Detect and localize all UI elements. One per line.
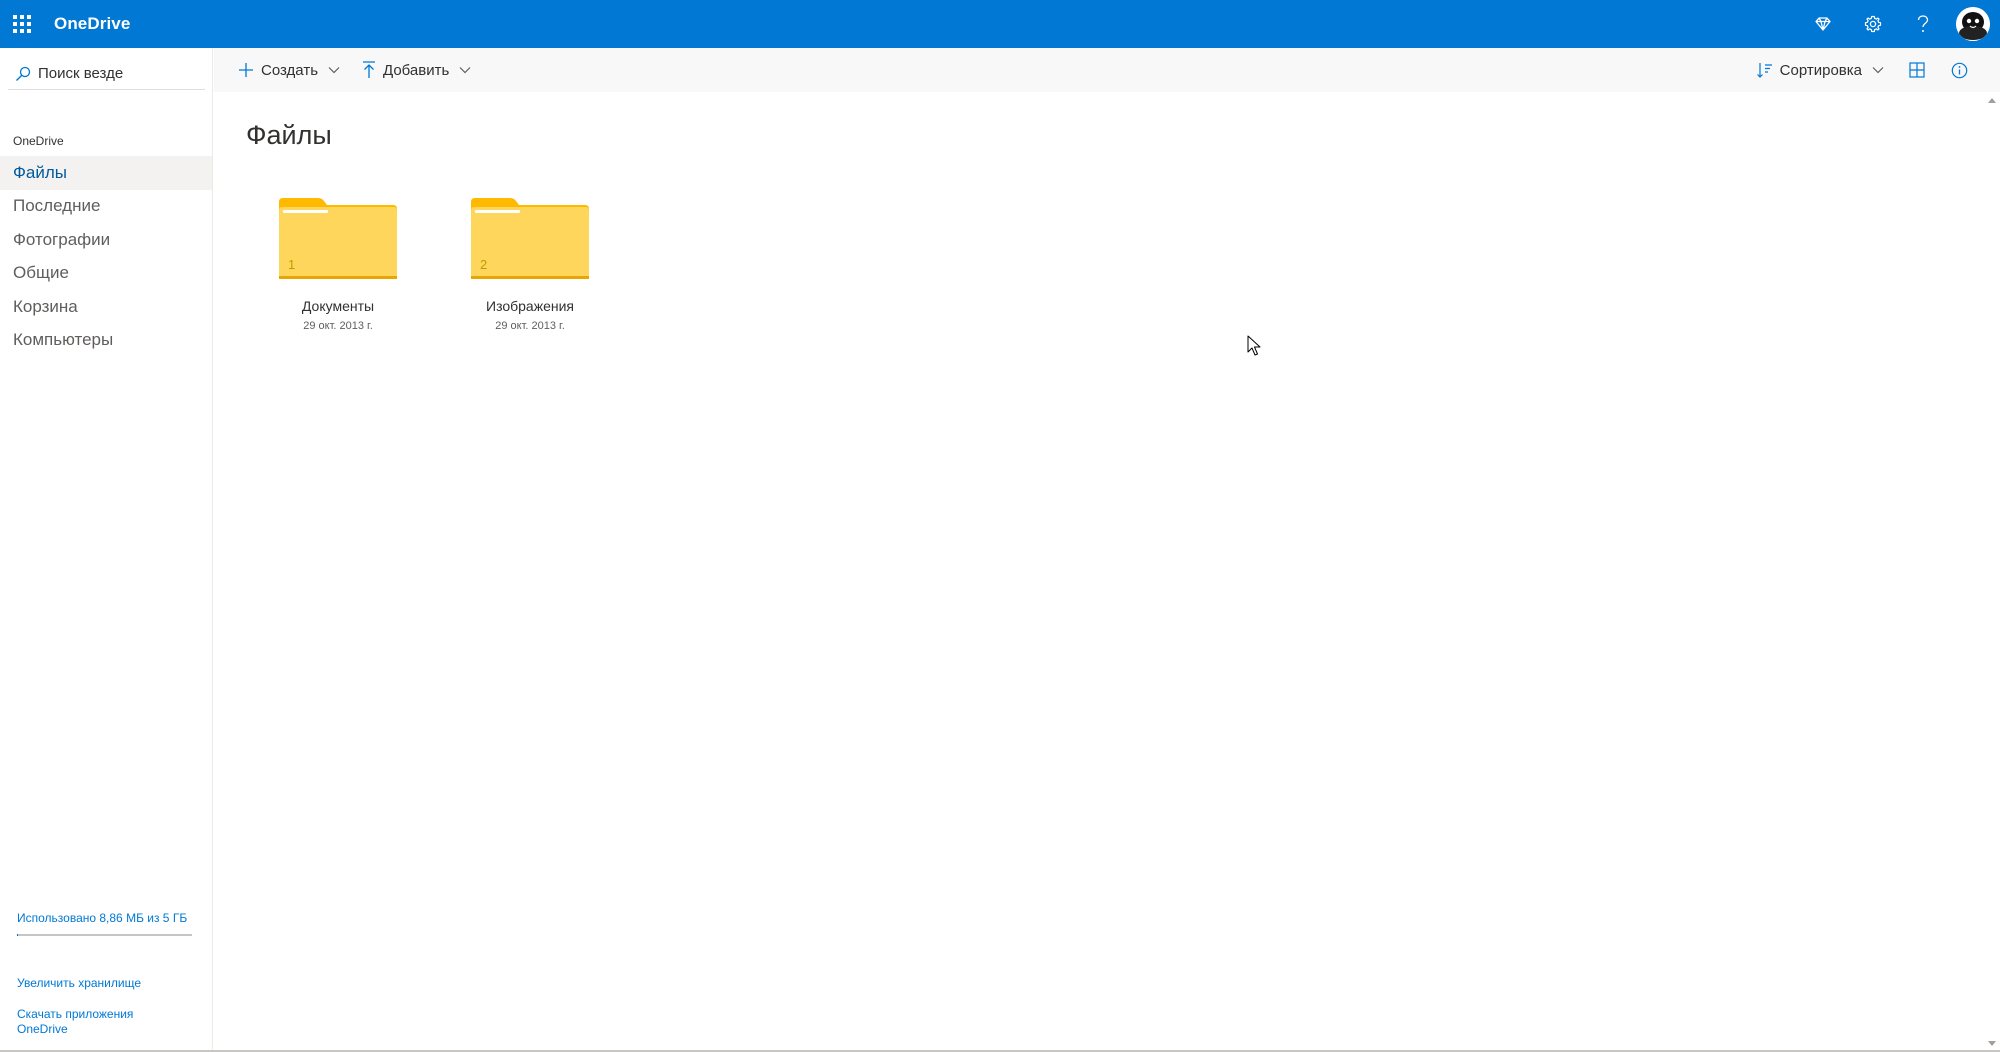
folder-name[interactable]: Документы	[302, 298, 374, 314]
folder-item-count: 1	[288, 257, 296, 272]
chevron-down-icon	[1872, 66, 1884, 74]
search-icon	[12, 66, 34, 82]
command-bar: Создать Добавить Сортировка	[214, 48, 2000, 92]
storage-progress-bar	[17, 934, 192, 936]
vertical-scrollbar[interactable]	[1984, 92, 2000, 1052]
upload-icon	[363, 61, 376, 78]
storage-info: Использовано 8,86 МБ из 5 ГБ	[17, 910, 192, 936]
folder-date: 29 окт. 2013 г.	[495, 320, 565, 332]
folder-tile[interactable]: 2 Изображения 29 окт. 2013 г.	[450, 196, 610, 346]
gear-icon	[1864, 15, 1882, 33]
new-button-label: Создать	[261, 61, 319, 79]
premium-button[interactable]	[1798, 0, 1848, 48]
grid-view-icon	[1909, 62, 1925, 78]
top-app-bar: OneDrive	[0, 0, 2000, 48]
folder-tile[interactable]: 1 Документы 29 окт. 2013 г.	[258, 196, 418, 346]
get-apps-link[interactable]: Скачать приложения OneDrive	[17, 1007, 167, 1037]
new-button[interactable]: Создать	[230, 48, 348, 92]
sidebar-item-recent[interactable]: Последние	[0, 190, 212, 224]
storage-progress-fill	[17, 934, 18, 936]
folder-name[interactable]: Изображения	[486, 298, 574, 314]
upload-button-label: Добавить	[383, 61, 450, 79]
search-input[interactable]	[38, 65, 198, 82]
app-title[interactable]: OneDrive	[54, 14, 130, 34]
page-title: Файлы	[246, 120, 332, 150]
folder-icon: 1	[278, 196, 398, 280]
storage-usage-link[interactable]: Использовано 8,86 МБ из 5 ГБ	[17, 910, 192, 926]
folder-icon: 2	[470, 196, 590, 280]
sort-button[interactable]: Сортировка	[1749, 48, 1892, 92]
app-launcher-icon	[13, 15, 31, 33]
app-launcher-button[interactable]	[0, 0, 44, 48]
search-box[interactable]	[8, 58, 205, 90]
upload-button[interactable]: Добавить	[354, 48, 479, 92]
plus-icon	[239, 63, 253, 77]
sidebar-item-recycle-bin[interactable]: Корзина	[0, 290, 212, 324]
main-content: Файлы 1 Документы 29 окт. 2013 г. 2 Изоб…	[214, 92, 1984, 1052]
sort-button-label: Сортировка	[1779, 61, 1862, 79]
view-switcher-button[interactable]	[1896, 48, 1938, 92]
mouse-pointer-icon	[1247, 335, 1261, 362]
sidebar-item-pcs[interactable]: Компьютеры	[0, 324, 212, 358]
sort-icon	[1756, 63, 1772, 78]
settings-button[interactable]	[1848, 0, 1898, 48]
top-actions	[1798, 0, 2000, 48]
details-pane-button[interactable]	[1938, 48, 1980, 92]
nav-section-label: OneDrive	[13, 134, 64, 148]
sidebar-item-photos[interactable]: Фотографии	[0, 223, 212, 257]
diamond-icon	[1815, 17, 1831, 31]
sidebar-item-shared[interactable]: Общие	[0, 257, 212, 291]
info-icon	[1951, 62, 1967, 78]
chevron-down-icon	[459, 66, 471, 74]
scroll-up-arrow-icon[interactable]	[1988, 96, 1996, 104]
nav-list: Файлы Последние Фотографии Общие Корзина…	[0, 156, 212, 357]
left-navigation: OneDrive Файлы Последние Фотографии Общи…	[0, 48, 213, 1052]
scroll-down-arrow-icon[interactable]	[1988, 1040, 1996, 1048]
user-avatar[interactable]	[1956, 7, 1990, 41]
upgrade-storage-link[interactable]: Увеличить хранилище	[17, 976, 167, 991]
help-icon	[1917, 15, 1929, 32]
folder-date: 29 окт. 2013 г.	[303, 320, 373, 332]
chevron-down-icon	[328, 66, 340, 74]
command-bar-right: Сортировка	[1749, 48, 2000, 92]
avatar-image-icon	[1956, 7, 1990, 41]
sidebar-item-files[interactable]: Файлы	[0, 156, 212, 190]
folder-item-count: 2	[480, 257, 488, 272]
help-button[interactable]	[1898, 0, 1948, 48]
